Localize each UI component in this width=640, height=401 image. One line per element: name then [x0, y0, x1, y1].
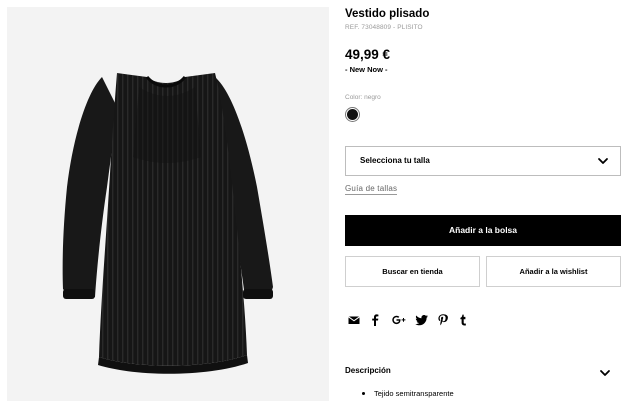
google-plus-icon[interactable] [391, 313, 408, 327]
add-to-wishlist-label: Añadir a la wishlist [519, 267, 588, 276]
facebook-icon[interactable] [368, 313, 382, 327]
find-in-store-label: Buscar en tienda [382, 267, 443, 276]
size-guide-link[interactable]: Guía de tallas [345, 184, 398, 195]
pinterest-icon[interactable] [436, 313, 450, 327]
add-to-bag-button[interactable]: Añadir a la bolsa [345, 215, 621, 246]
add-to-bag-label: Añadir a la bolsa [448, 225, 518, 235]
product-image[interactable] [7, 7, 329, 401]
product-price: 49,99 € [345, 47, 391, 62]
tumblr-icon[interactable] [456, 313, 470, 327]
color-label: Color: negro [345, 94, 381, 101]
product-title: Vestido plisado [345, 8, 430, 20]
dress-image [62, 73, 273, 374]
twitter-icon[interactable] [415, 313, 429, 327]
new-now-badge: - New Now - [345, 65, 388, 74]
chevron-down-icon [600, 370, 610, 376]
mail-icon[interactable] [347, 313, 361, 327]
description-toggle[interactable]: Descripción [345, 360, 621, 380]
description-label: Descripción [345, 366, 391, 375]
chevron-down-icon [598, 158, 608, 164]
find-in-store-button[interactable]: Buscar en tienda [345, 256, 480, 287]
add-to-wishlist-button[interactable]: Añadir a la wishlist [486, 256, 621, 287]
color-swatch-black[interactable] [346, 108, 359, 121]
product-reference: REF. 73048809 - PLISITO [345, 24, 423, 31]
size-select-label: Selecciona tu talla [360, 156, 430, 165]
description-item: Tejido semitransparente [362, 389, 454, 398]
size-select[interactable]: Selecciona tu talla [345, 146, 621, 176]
description-list: Tejido semitransparente [362, 389, 454, 398]
